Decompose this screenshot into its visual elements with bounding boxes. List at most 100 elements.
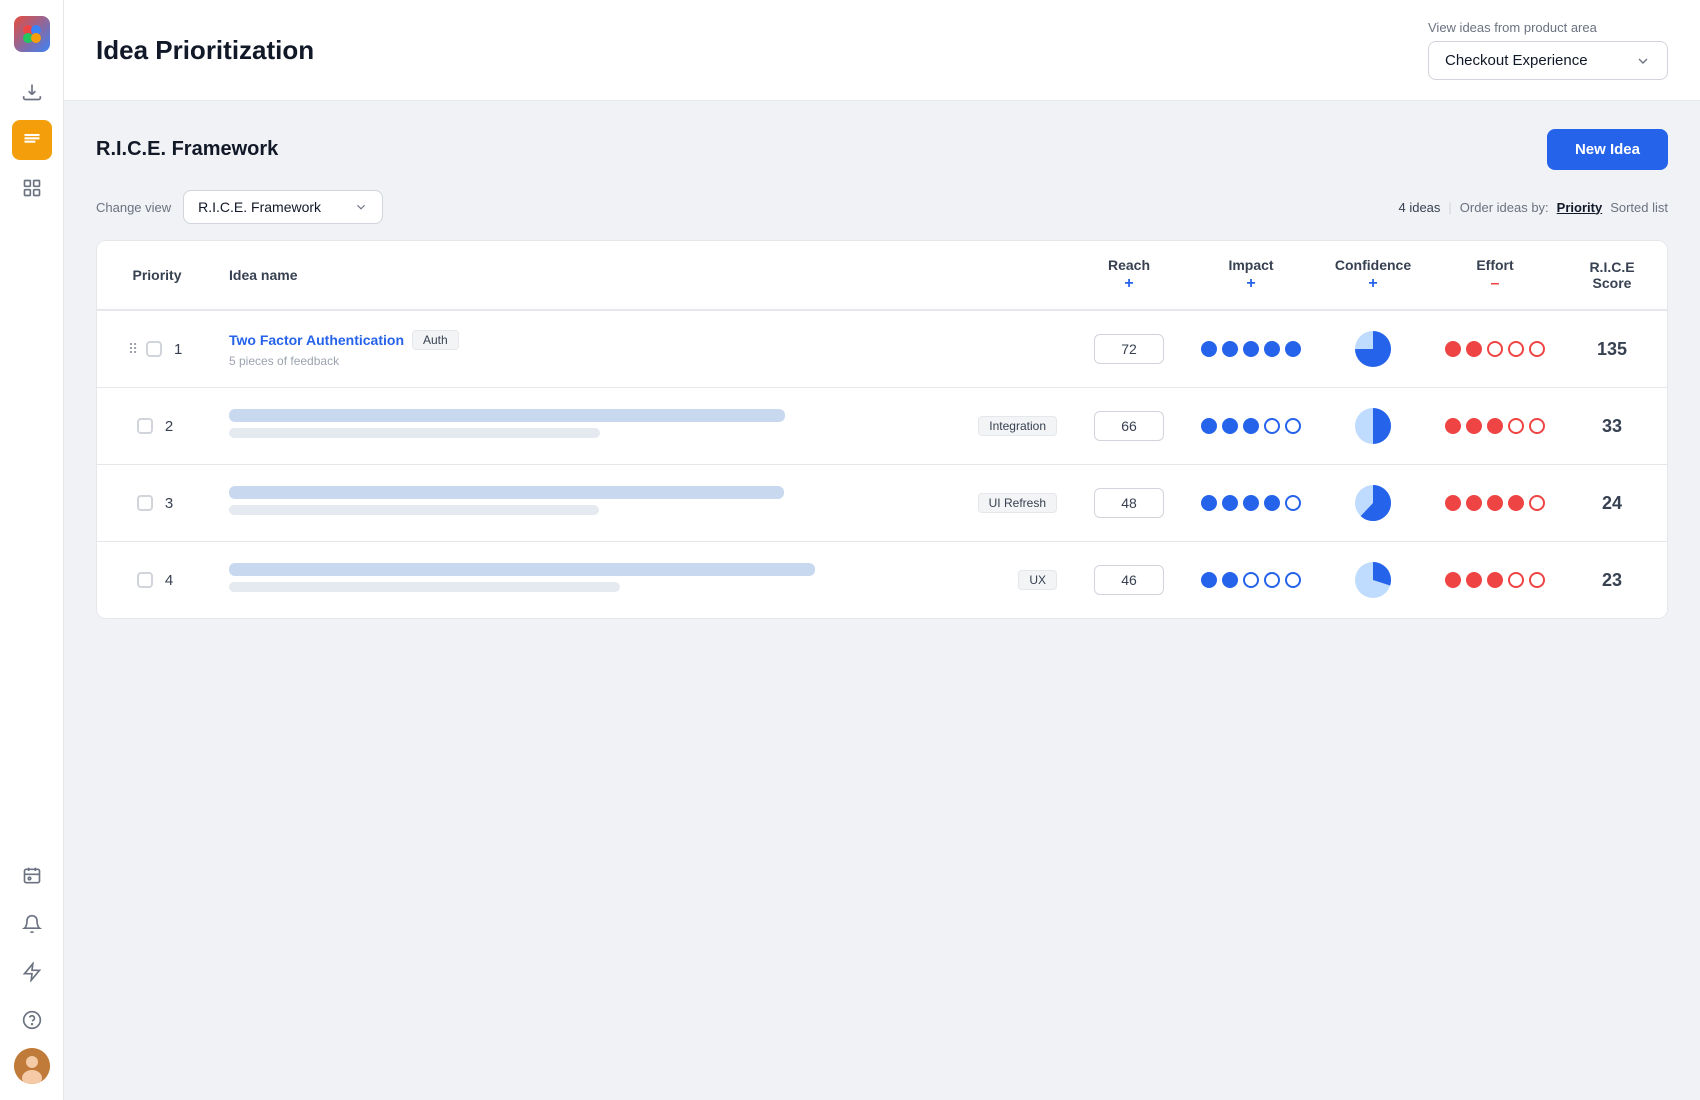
toolbar: Change view R.I.C.E. Framework 4 ideas |… (96, 190, 1668, 224)
col-header-rice: R.I.C.E Score (1557, 241, 1667, 310)
confidence-cell (1313, 465, 1433, 542)
rice-score-cell: 23 (1557, 542, 1667, 619)
reach-input[interactable] (1094, 488, 1164, 518)
sidebar-contact[interactable] (12, 856, 52, 896)
reach-cell (1069, 465, 1189, 542)
rice-score-value: 23 (1602, 570, 1622, 590)
app-logo (14, 16, 50, 52)
table-row: 2 Integration 33 (97, 388, 1667, 465)
placeholder-sub-line (229, 582, 620, 592)
impact-cell (1189, 542, 1313, 619)
dropdown-label: View ideas from product area (1428, 20, 1597, 35)
dropdown-chevron-icon (1635, 53, 1651, 69)
impact-plus-icon: + (1246, 275, 1255, 293)
row-checkbox[interactable] (146, 341, 162, 357)
placeholder-name-line (229, 486, 784, 499)
priority-number: 4 (161, 572, 177, 589)
reach-input[interactable] (1094, 565, 1164, 595)
idea-tag: Integration (978, 416, 1057, 436)
rice-score-value: 33 (1602, 416, 1622, 436)
row-checkbox[interactable] (137, 495, 153, 511)
priority-number: 2 (161, 418, 177, 435)
order-label: Order ideas by: (1460, 200, 1549, 215)
ideas-table: Priority Idea name Reach + (97, 241, 1667, 618)
effort-cell (1433, 465, 1557, 542)
main-content: Idea Prioritization View ideas from prod… (64, 0, 1700, 1100)
reach-input[interactable] (1094, 334, 1164, 364)
order-priority[interactable]: Priority (1557, 200, 1603, 215)
sorted-list[interactable]: Sorted list (1610, 200, 1668, 215)
idea-name-link[interactable]: Two Factor Authentication (229, 332, 404, 348)
idea-feedback: 5 pieces of feedback (229, 354, 1057, 368)
view-dropdown[interactable]: R.I.C.E. Framework (183, 190, 383, 224)
idea-tag: Auth (412, 330, 459, 350)
confidence-cell (1313, 310, 1433, 388)
idea-name-cell: UX (217, 542, 1069, 619)
confidence-cell (1313, 388, 1433, 465)
priority-number: 1 (170, 341, 186, 358)
user-avatar[interactable] (14, 1048, 50, 1084)
effort-dots (1445, 495, 1545, 511)
rice-score-cell: 33 (1557, 388, 1667, 465)
table-body: ⠿ 1 Two Factor Authentication Auth 5 pie… (97, 310, 1667, 618)
impact-dots (1201, 418, 1301, 434)
table-header-row: Priority Idea name Reach + (97, 241, 1667, 310)
confidence-pie (1325, 481, 1421, 525)
effort-dots (1445, 418, 1545, 434)
reach-cell (1069, 310, 1189, 388)
impact-dots (1201, 572, 1301, 588)
header: Idea Prioritization View ideas from prod… (64, 0, 1700, 101)
page-title: Idea Prioritization (96, 35, 314, 66)
effort-minus-icon: – (1491, 275, 1500, 293)
ideas-count: 4 ideas (1398, 200, 1440, 215)
priority-cell: 2 (97, 388, 217, 465)
ideas-table-wrapper: Priority Idea name Reach + (96, 240, 1668, 619)
row-checkbox[interactable] (137, 418, 153, 434)
idea-tag: UI Refresh (978, 493, 1057, 513)
reach-cell (1069, 542, 1189, 619)
sidebar-list[interactable] (12, 120, 52, 160)
reach-input[interactable] (1094, 411, 1164, 441)
col-header-priority: Priority (97, 241, 217, 310)
confidence-pie (1325, 558, 1421, 602)
confidence-pie (1325, 404, 1421, 448)
sidebar-help[interactable] (12, 1000, 52, 1040)
sidebar (0, 0, 64, 1100)
placeholder-name-line (229, 409, 785, 422)
rice-score-value: 24 (1602, 493, 1622, 513)
row-checkbox[interactable] (137, 572, 153, 588)
sidebar-bell[interactable] (12, 904, 52, 944)
effort-cell (1433, 388, 1557, 465)
effort-dots (1445, 341, 1545, 357)
new-idea-button[interactable]: New Idea (1547, 129, 1668, 170)
rice-score-value: 135 (1597, 339, 1627, 359)
effort-cell (1433, 310, 1557, 388)
confidence-cell (1313, 542, 1433, 619)
table-row: ⠿ 1 Two Factor Authentication Auth 5 pie… (97, 310, 1667, 388)
priority-cell: ⠿ 1 (97, 310, 217, 388)
confidence-plus-icon: + (1368, 275, 1377, 293)
toolbar-divider: | (1448, 200, 1451, 215)
rice-score-cell: 135 (1557, 310, 1667, 388)
header-right: View ideas from product area Checkout Ex… (1428, 20, 1668, 80)
sidebar-grid[interactable] (12, 168, 52, 208)
sidebar-bolt[interactable] (12, 952, 52, 992)
reach-plus-icon: + (1124, 275, 1133, 293)
table-row: 4 UX 23 (97, 542, 1667, 619)
col-header-name: Idea name (217, 241, 1069, 310)
impact-cell (1189, 310, 1313, 388)
product-area-dropdown[interactable]: Checkout Experience (1428, 41, 1668, 80)
reach-cell (1069, 388, 1189, 465)
col-header-reach: Reach + (1069, 241, 1189, 310)
impact-cell (1189, 388, 1313, 465)
effort-dots (1445, 572, 1545, 588)
impact-dots (1201, 495, 1301, 511)
priority-number: 3 (161, 495, 177, 512)
product-area-value: Checkout Experience (1445, 52, 1588, 69)
sidebar-download[interactable] (12, 72, 52, 112)
priority-cell: 3 (97, 465, 217, 542)
toolbar-right: 4 ideas | Order ideas by: Priority Sorte… (1398, 200, 1668, 215)
idea-tag: UX (1018, 570, 1057, 590)
table-row: 3 UI Refresh 24 (97, 465, 1667, 542)
idea-name-cell: Two Factor Authentication Auth 5 pieces … (217, 310, 1069, 388)
